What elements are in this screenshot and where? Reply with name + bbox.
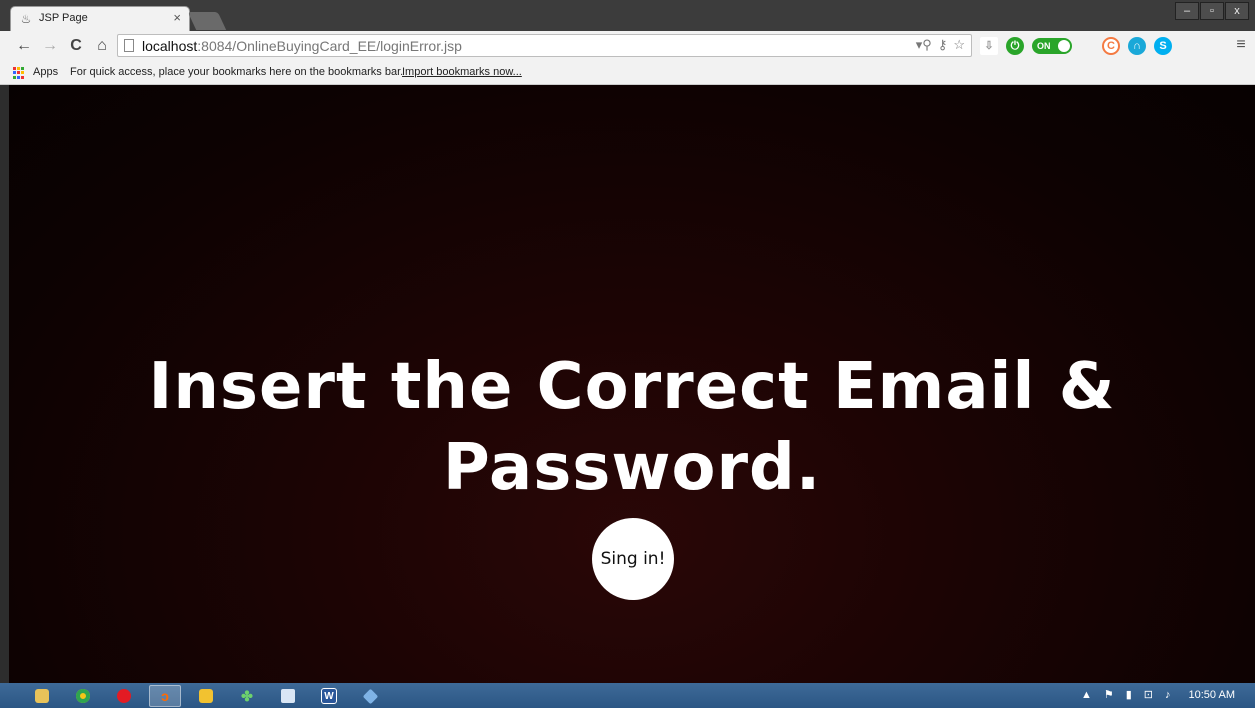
opera-icon[interactable] — [108, 685, 140, 707]
address-bar[interactable]: localhost:8084/OnlineBuyingCard_EE/login… — [117, 34, 972, 57]
import-bookmarks-link[interactable]: Import bookmarks now... — [402, 66, 522, 78]
url-text[interactable]: localhost:8084/OnlineBuyingCard_EE/login… — [142, 38, 462, 54]
chrome-icon[interactable] — [67, 685, 99, 707]
tray-expand-icon[interactable]: ▲ — [1081, 689, 1092, 701]
tab-strip: ♨ JSP Page × – ▫ x — [0, 0, 1255, 31]
back-button[interactable]: ← — [14, 36, 34, 56]
system-tray: ▲ ⚑ ▮ ⊡ ♪ 10:50 AM — [1081, 688, 1235, 702]
tab-close-icon[interactable]: × — [173, 10, 181, 25]
bookmarks-bar: Apps For quick access, place your bookma… — [0, 61, 1255, 85]
windows-taskbar: ↄ ✤ W ▲ ⚑ ▮ ⊡ ♪ 10:50 AM — [0, 683, 1255, 708]
sign-in-button[interactable]: Sing in! — [592, 518, 674, 600]
java-favicon-icon: ♨ — [20, 12, 32, 26]
explorer-icon[interactable] — [26, 685, 58, 707]
window-controls: – ▫ x — [1175, 2, 1249, 20]
volume-icon[interactable]: ♪ — [1165, 689, 1171, 701]
close-window-button[interactable]: x — [1225, 2, 1249, 20]
new-tab-button[interactable] — [187, 12, 227, 30]
power-tray-icon[interactable]: ▮ — [1126, 688, 1132, 701]
search-icon[interactable]: ▾⚲ — [916, 37, 932, 53]
reload-button[interactable]: C — [66, 36, 86, 56]
window-icon[interactable] — [272, 685, 304, 707]
virtualbox-icon[interactable] — [354, 685, 386, 707]
network-icon[interactable]: ⊡ — [1144, 688, 1153, 701]
headphones-icon[interactable]: ∩ — [1128, 37, 1146, 55]
window-left-edge — [0, 85, 9, 683]
headline-line-1: Insert the Correct Email & — [148, 350, 1116, 424]
download-extension-icon[interactable]: ⇩ — [980, 37, 998, 55]
url-host: localhost — [142, 38, 198, 54]
browser-tab[interactable]: ♨ JSP Page × — [10, 6, 190, 31]
skype-icon[interactable]: S — [1154, 37, 1172, 55]
clockwise-extension-icon[interactable]: C — [1102, 37, 1120, 55]
apps-link[interactable]: Apps — [33, 66, 58, 78]
forward-button[interactable]: → — [40, 36, 60, 56]
clover-icon[interactable]: ✤ — [231, 685, 263, 707]
winamp-icon[interactable] — [190, 685, 222, 707]
minimize-button[interactable]: – — [1175, 2, 1199, 20]
netbeans-icon[interactable]: ↄ — [149, 685, 181, 707]
omnibox-actions: ▾⚲ ⚷ ☆ — [916, 37, 965, 53]
menu-icon[interactable]: ≡ — [1233, 36, 1249, 54]
extension-icons: ⇩ ⏻ ON C ∩ S — [980, 36, 1172, 56]
word-icon[interactable]: W — [313, 685, 345, 707]
headline-line-2: Password. — [442, 430, 822, 505]
page-icon — [124, 39, 134, 52]
taskbar-icons: ↄ ✤ W — [26, 685, 386, 707]
home-button[interactable]: ⌂ — [92, 36, 112, 56]
tab-title: JSP Page — [39, 12, 88, 24]
browser-toolbar: ← → C ⌂ localhost:8084/OnlineBuyingCard_… — [0, 31, 1255, 61]
apps-grid-icon[interactable] — [13, 67, 25, 79]
bookmark-star-icon[interactable]: ☆ — [953, 37, 965, 53]
key-icon[interactable]: ⚷ — [938, 37, 948, 53]
power-extension-icon[interactable]: ⏻ — [1006, 37, 1024, 55]
on-off-toggle[interactable]: ON — [1032, 38, 1072, 54]
maximize-button[interactable]: ▫ — [1200, 2, 1224, 20]
clock[interactable]: 10:50 AM — [1189, 689, 1235, 701]
flag-icon[interactable]: ⚑ — [1104, 688, 1114, 701]
error-headline: Insert the Correct Email & Password. — [9, 347, 1255, 508]
bookmarks-hint: For quick access, place your bookmarks h… — [70, 66, 404, 78]
url-path: :8084/OnlineBuyingCard_EE/loginError.jsp — [197, 38, 462, 54]
page-viewport: Insert the Correct Email & Password. Sin… — [9, 85, 1255, 683]
